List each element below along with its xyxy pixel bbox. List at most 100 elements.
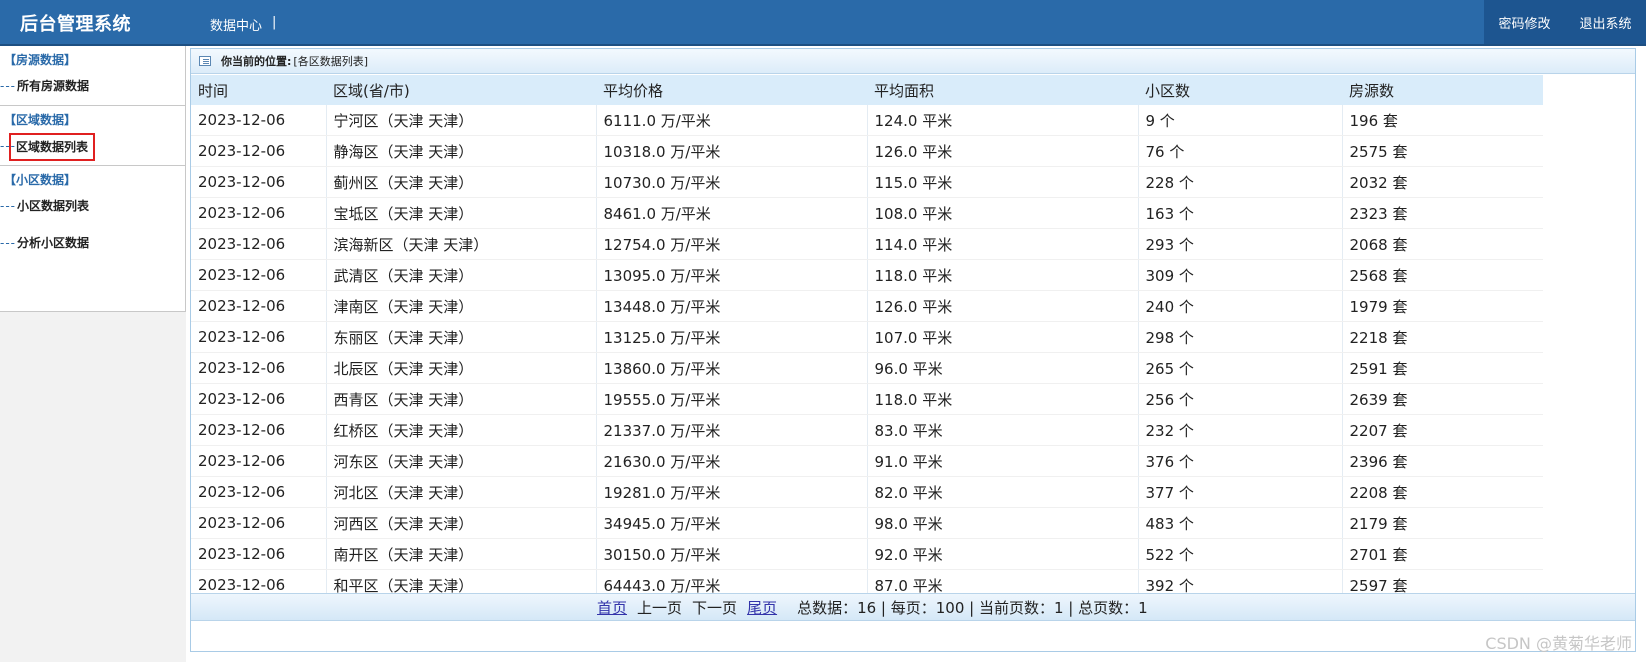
app-title: 后台管理系统 — [20, 14, 131, 35]
first-page-link[interactable]: 首页 — [597, 597, 627, 618]
table-row: 2023-12-06 宝坻区（天津 天津） 8461.0 万/平米 108.0 平米 1… — [191, 197, 1543, 229]
sidebar-dash: --- — [0, 236, 16, 250]
logout-link[interactable]: 退出系统 — [1579, 13, 1631, 32]
table-cell: 2068 套 — [1342, 228, 1543, 260]
nav-separator: | — [272, 15, 277, 30]
table-cell: 河西区（天津 天津） — [326, 507, 597, 539]
table-cell: 13095.0 万/平米 — [596, 259, 868, 291]
sidebar-item-label: 所有房源数据 — [17, 79, 90, 93]
table-cell: 2323 套 — [1342, 197, 1543, 229]
table-cell: 82.0 平米 — [867, 476, 1139, 508]
table-cell: 2591 套 — [1342, 352, 1543, 384]
sidebar-group-house: 【房源数据】 --- 所有房源数据 — [0, 46, 185, 106]
table-row: 2023-12-06 西青区（天津 天津） 19555.0 万/平米 118.0 平米… — [191, 383, 1543, 415]
document-icon — [199, 56, 211, 66]
table-cell: 北辰区（天津 天津） — [326, 352, 597, 384]
nav-data-center[interactable]: 数据中心 — [210, 15, 262, 34]
table-cell: 9 个 — [1138, 105, 1343, 136]
table-cell: 293 个 — [1138, 228, 1343, 260]
table-cell: 2023-12-06 — [191, 414, 327, 446]
table-cell: 10730.0 万/平米 — [596, 166, 868, 198]
table-cell: 2023-12-06 — [191, 476, 327, 508]
table-cell: 240 个 — [1138, 290, 1343, 322]
sidebar-group-title: 【区域数据】 — [4, 113, 77, 127]
table-cell: 武清区（天津 天津） — [326, 259, 597, 291]
top-nav: 数据中心 | — [210, 15, 276, 34]
table-cell: 宝坻区（天津 天津） — [326, 197, 597, 229]
column-header: 房源数 — [1342, 75, 1543, 105]
table-cell: 津南区（天津 天津） — [326, 290, 597, 322]
table-cell: 83.0 平米 — [867, 414, 1139, 446]
table-cell: 228 个 — [1138, 166, 1343, 198]
table-cell: 2023-12-06 — [191, 321, 327, 353]
table-cell: 126.0 平米 — [867, 290, 1139, 322]
table-cell: 21630.0 万/平米 — [596, 445, 868, 477]
sidebar-item-all-houses[interactable]: --- 所有房源数据 — [0, 68, 185, 105]
table-cell: 2023-12-06 — [191, 290, 327, 322]
table-cell: 滨海新区（天津 天津） — [326, 228, 597, 260]
table-cell: 13448.0 万/平米 — [596, 290, 868, 322]
breadcrumb-prefix: 你当前的位置: — [221, 55, 292, 68]
table-cell: 2032 套 — [1342, 166, 1543, 198]
pagination-bar: 首页 上一页 下一页 尾页 总数据：16 | 每页：100 | 当前页数：1 |… — [191, 593, 1635, 621]
table-cell: 2023-12-06 — [191, 166, 327, 198]
table-body: 2023-12-06 宁河区（天津 天津） 6111.0 万/平米 124.0 平米 9… — [191, 105, 1543, 601]
table-cell: 19555.0 万/平米 — [596, 383, 868, 415]
table-cell: 298 个 — [1138, 321, 1343, 353]
table-cell: 2023-12-06 — [191, 507, 327, 539]
table-cell: 南开区（天津 天津） — [326, 538, 597, 570]
table-cell: 2179 套 — [1342, 507, 1543, 539]
table-row: 2023-12-06 静海区（天津 天津） 10318.0 万/平米 126.0 平米… — [191, 135, 1543, 167]
table-cell: 2207 套 — [1342, 414, 1543, 446]
table-cell: 2023-12-06 — [191, 383, 327, 415]
column-header: 时间 — [191, 75, 326, 105]
last-page-link[interactable]: 尾页 — [747, 597, 777, 618]
table-cell: 196 套 — [1342, 105, 1543, 136]
sidebar-item-label: 小区数据列表 — [17, 199, 90, 213]
table-cell: 98.0 平米 — [867, 507, 1139, 539]
breadcrumb-path: [各区数据列表] — [293, 55, 368, 68]
table-cell: 2023-12-06 — [191, 105, 327, 136]
table-cell: 西青区（天津 天津） — [326, 383, 597, 415]
table-cell: 115.0 平米 — [867, 166, 1139, 198]
sidebar-item-community-analysis[interactable]: --- 分析小区数据 — [0, 225, 185, 262]
sidebar-group-region: 【区域数据】 --- 区域数据列表 — [0, 106, 185, 166]
table-cell: 东丽区（天津 天津） — [326, 321, 597, 353]
table-row: 2023-12-06 滨海新区（天津 天津） 12754.0 万/平米 114.0 平… — [191, 228, 1543, 260]
sidebar-group-community: 【小区数据】 --- 小区数据列表 --- 分析小区数据 — [0, 166, 185, 262]
top-right-actions: 密码修改 退出系统 — [1484, 0, 1646, 44]
sidebar-dash: --- — [0, 199, 16, 213]
table-row: 2023-12-06 河西区（天津 天津） 34945.0 万/平米 98.0 平米 4… — [191, 507, 1543, 539]
table-cell: 21337.0 万/平米 — [596, 414, 868, 446]
table-cell: 2023-12-06 — [191, 352, 327, 384]
table-cell: 1979 套 — [1342, 290, 1543, 322]
table-cell: 2396 套 — [1342, 445, 1543, 477]
change-password-link[interactable]: 密码修改 — [1498, 13, 1550, 32]
table-row: 2023-12-06 南开区（天津 天津） 30150.0 万/平米 92.0 平米 5… — [191, 538, 1543, 570]
table-cell: 232 个 — [1138, 414, 1343, 446]
prev-page-button[interactable]: 上一页 — [637, 597, 682, 618]
table-cell: 483 个 — [1138, 507, 1343, 539]
table-cell: 522 个 — [1138, 538, 1343, 570]
table-cell: 2023-12-06 — [191, 135, 327, 167]
table-cell: 2023-12-06 — [191, 538, 327, 570]
sidebar-group-title: 【小区数据】 — [4, 173, 77, 187]
table-cell: 2023-12-06 — [191, 228, 327, 260]
table-cell: 34945.0 万/平米 — [596, 507, 868, 539]
table-cell: 91.0 平米 — [867, 445, 1139, 477]
sidebar: 【房源数据】 --- 所有房源数据 【区域数据】 --- 区域数据列表 【小区数… — [0, 46, 186, 662]
table-cell: 2639 套 — [1342, 383, 1543, 415]
table-cell: 107.0 平米 — [867, 321, 1139, 353]
sidebar-item-region-list[interactable]: --- 区域数据列表 — [0, 128, 185, 165]
top-header: 后台管理系统 数据中心 | 密码修改 退出系统 — [0, 0, 1646, 46]
main-panel: 你当前的位置: [各区数据列表] 时间 区域(省/市) 平均价格 平均面积 小区数 房源数… — [190, 48, 1636, 652]
sidebar-item-community-list[interactable]: --- 小区数据列表 — [0, 188, 185, 225]
next-page-button[interactable]: 下一页 — [692, 597, 737, 618]
table-cell: 124.0 平米 — [867, 105, 1139, 136]
sidebar-dash: --- — [0, 79, 16, 93]
breadcrumb: 你当前的位置: [各区数据列表] — [191, 49, 1635, 74]
sidebar-menu: 【房源数据】 --- 所有房源数据 【区域数据】 --- 区域数据列表 【小区数… — [0, 46, 186, 312]
table-cell: 118.0 平米 — [867, 259, 1139, 291]
table-cell: 静海区（天津 天津） — [326, 135, 597, 167]
table-cell: 红桥区（天津 天津） — [326, 414, 597, 446]
